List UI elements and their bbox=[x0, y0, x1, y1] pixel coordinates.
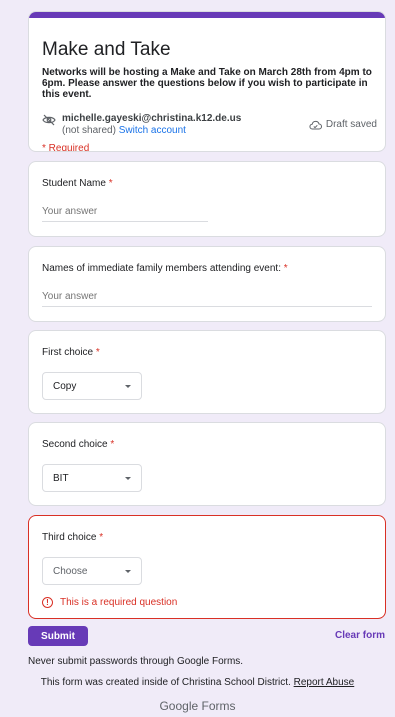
switch-account-link[interactable]: Switch account bbox=[119, 125, 186, 136]
question-title-text: Names of immediate family members attend… bbox=[42, 263, 281, 274]
submit-button[interactable]: Submit bbox=[28, 626, 88, 646]
question-title: First choice * bbox=[42, 347, 100, 358]
required-asterisk: * bbox=[283, 263, 288, 274]
created-note: This form was created inside of Christin… bbox=[0, 677, 395, 688]
question-title: Third choice * bbox=[42, 532, 103, 543]
not-shared-label: (not shared) bbox=[62, 125, 116, 136]
required-asterisk: * bbox=[108, 178, 113, 189]
account-sub: (not shared) Switch account bbox=[62, 125, 186, 136]
error-icon: ! bbox=[42, 597, 53, 608]
form-title: Make and Take bbox=[42, 39, 171, 60]
caret-down-icon bbox=[125, 477, 131, 480]
account-row: michelle.gayeski@christina.k12.de.us (no… bbox=[42, 113, 377, 137]
dropdown-selected-value: BIT bbox=[53, 473, 69, 484]
required-note: * Required bbox=[42, 143, 90, 152]
report-abuse-link[interactable]: Report Abuse bbox=[294, 677, 355, 688]
question-title: Names of immediate family members attend… bbox=[42, 263, 288, 274]
draft-status: Draft saved bbox=[309, 119, 377, 130]
question-title-text: Student Name bbox=[42, 178, 106, 189]
question-title: Second choice * bbox=[42, 439, 114, 450]
password-warning: Never submit passwords through Google Fo… bbox=[28, 656, 244, 667]
question-title-text: Third choice bbox=[42, 532, 97, 543]
brand-google: Google bbox=[159, 699, 199, 713]
brand-forms: Forms bbox=[201, 699, 236, 713]
eye-off-icon bbox=[42, 114, 56, 126]
question-title-text: First choice bbox=[42, 347, 94, 358]
error-message: This is a required question bbox=[60, 597, 178, 608]
student-name-input[interactable] bbox=[42, 206, 208, 222]
cloud-done-icon bbox=[309, 120, 322, 129]
question-card-second-choice: Second choice * BIT bbox=[28, 422, 386, 506]
family-members-input[interactable] bbox=[42, 291, 372, 307]
dropdown-selected-value: Copy bbox=[53, 381, 77, 392]
first-choice-dropdown[interactable]: Copy bbox=[42, 372, 142, 400]
clear-form-button[interactable]: Clear form bbox=[335, 630, 385, 641]
question-title: Student Name * bbox=[42, 178, 113, 189]
question-card-first-choice: First choice * Copy bbox=[28, 330, 386, 414]
form-header-card: Make and Take Networks will be hosting a… bbox=[28, 11, 386, 152]
required-asterisk: * bbox=[99, 532, 104, 543]
question-card-third-choice: Third choice * Choose ! This is a requir… bbox=[28, 515, 386, 619]
google-forms-logo[interactable]: Google Forms bbox=[0, 699, 395, 713]
form-description: Networks will be hosting a Make and Take… bbox=[42, 67, 372, 100]
dropdown-selected-value: Choose bbox=[53, 566, 88, 577]
question-card-family-members: Names of immediate family members attend… bbox=[28, 246, 386, 322]
question-card-student-name: Student Name * bbox=[28, 161, 386, 237]
draft-status-label: Draft saved bbox=[325, 119, 377, 130]
account-email: michelle.gayeski@christina.k12.de.us bbox=[62, 113, 242, 124]
required-asterisk: * bbox=[110, 439, 115, 450]
validation-error: ! This is a required question bbox=[42, 597, 177, 608]
created-note-text: This form was created inside of Christin… bbox=[40, 677, 291, 688]
question-title-text: Second choice bbox=[42, 439, 108, 450]
caret-down-icon bbox=[125, 570, 131, 573]
third-choice-dropdown[interactable]: Choose bbox=[42, 557, 142, 585]
header-accent-stripe bbox=[29, 12, 385, 18]
google-form-page: Make and Take Networks will be hosting a… bbox=[0, 0, 395, 717]
caret-down-icon bbox=[125, 385, 131, 388]
required-asterisk: * bbox=[95, 347, 100, 358]
second-choice-dropdown[interactable]: BIT bbox=[42, 464, 142, 492]
